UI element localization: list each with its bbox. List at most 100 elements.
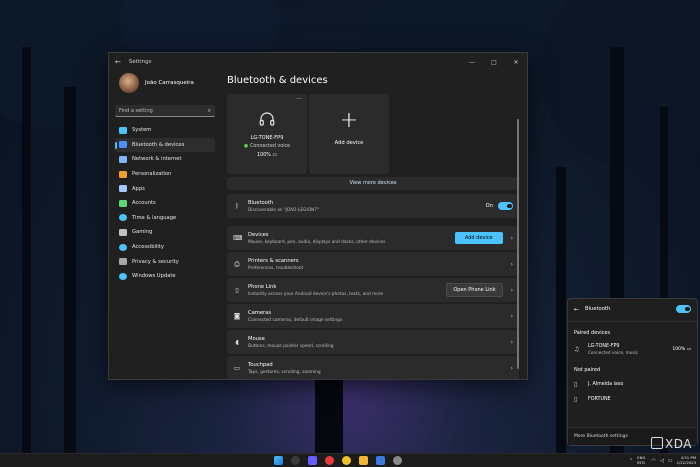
close-button[interactable]: ✕	[505, 59, 527, 66]
cameras-row-title: Cameras	[248, 309, 272, 316]
sidebar-item-accessibility[interactable]: Accessibility	[115, 240, 215, 255]
sidebar-item-label: System	[132, 127, 152, 134]
bluetooth-toggle[interactable]	[498, 202, 513, 210]
accounts-icon	[119, 199, 127, 207]
main-content: Bluetooth & devices ··· LG-TONE-FP9 ● Con…	[227, 71, 521, 379]
bluetooth-row-subtitle: Discoverable as "JOAO-LEGION7"	[248, 207, 319, 213]
paired-device-item[interactable]: ♫ LG-TONE-FP9 Connected voice, music 100…	[568, 340, 697, 359]
search-input[interactable]: Find a setting ⌕	[115, 105, 215, 117]
minimize-button[interactable]: —	[461, 59, 483, 66]
sidebar-item-bluetooth[interactable]: Bluetooth & devices	[115, 137, 215, 153]
clock-date: 2/22/2023	[676, 459, 696, 465]
chevron-right-icon: ›	[510, 234, 513, 242]
start-icon[interactable]	[274, 456, 283, 465]
sidebar: João Carrasqueira Find a setting ⌕ Syste…	[109, 71, 221, 379]
widgets-icon[interactable]	[308, 456, 317, 465]
store-icon[interactable]	[376, 456, 385, 465]
search-icon[interactable]	[291, 456, 300, 465]
volume-icon[interactable]: ◁	[660, 458, 664, 464]
paired-device-name: LG-TONE-FP9	[588, 344, 620, 349]
xda-watermark: XDA	[651, 437, 692, 451]
search-icon: ⌕	[207, 106, 211, 114]
back-arrow-icon[interactable]: ←	[115, 58, 121, 66]
printers-row[interactable]: ⎙ Printers & scanners Preferences, troub…	[227, 252, 519, 276]
settings-window: ← Settings — □ ✕ João Carrasqueira Find …	[108, 52, 528, 380]
sidebar-item-accounts[interactable]: Accounts	[115, 196, 215, 211]
bluetooth-toggle-label: On	[485, 203, 493, 209]
language-indicator[interactable]: ENG INTL	[637, 455, 645, 465]
more-options-icon[interactable]: ···	[296, 96, 302, 103]
unpaired-device-item[interactable]: ▯ FORTUNE	[568, 392, 697, 407]
touchpad-icon: ▭	[233, 364, 241, 372]
battery-value: 100%	[672, 347, 686, 352]
sidebar-item-label: Bluetooth & devices	[132, 141, 185, 148]
taskbar: ⌃ ENG INTL ◠ ◁ ▭ 4:51 PM 2/22/2023	[0, 453, 700, 467]
device-status-text: Connected voice	[250, 144, 291, 149]
shield-icon	[119, 258, 127, 266]
unpaired-device-item[interactable]: ▯ J. Almeida laso	[568, 377, 697, 392]
view-more-devices-button[interactable]: View more devices	[227, 177, 519, 190]
bluetooth-row[interactable]: ᛒ Bluetooth Discoverable as "JOAO-LEGION…	[227, 194, 519, 218]
sidebar-item-network[interactable]: Network & internet	[115, 152, 215, 167]
settings-icon[interactable]	[393, 456, 402, 465]
paired-device-status: Connected voice, music	[588, 350, 639, 355]
bluetooth-flyout: ← Bluetooth Paired devices ♫ LG-TONE-FP9…	[567, 298, 698, 446]
headphones-icon	[259, 112, 275, 126]
flyout-header: ← Bluetooth	[568, 299, 697, 319]
user-profile[interactable]: João Carrasqueira	[119, 73, 215, 93]
apps-icon	[119, 185, 127, 193]
wifi-icon[interactable]: ◠	[652, 458, 656, 464]
system-tray: ⌃ ENG INTL ◠ ◁ ▭ 4:51 PM 2/22/2023	[629, 455, 696, 465]
file-explorer-icon[interactable]	[359, 456, 368, 465]
bluetooth-row-title: Bluetooth	[248, 199, 274, 206]
touchpad-row[interactable]: ▭ Touchpad Taps, gestures, scrolling, zo…	[227, 356, 519, 379]
connected-dot-icon: ●	[243, 144, 249, 149]
phone-link-row[interactable]: ▯ Phone Link Instantly access your Andro…	[227, 278, 519, 302]
user-name: João Carrasqueira	[145, 80, 194, 86]
update-icon	[119, 272, 127, 280]
back-arrow-icon[interactable]: ←	[574, 306, 579, 313]
sidebar-item-windows-update[interactable]: Windows Update	[115, 269, 215, 284]
device-card[interactable]: ··· LG-TONE-FP9 ● Connected voice 100% ▭	[227, 94, 307, 174]
sidebar-item-label: Network & internet	[132, 156, 182, 163]
device-battery: 100% ▭	[257, 153, 277, 158]
chevron-right-icon: ›	[510, 286, 513, 294]
brush-icon	[119, 170, 127, 178]
chevron-up-icon[interactable]: ⌃	[629, 458, 633, 464]
mouse-row-subtitle: Buttons, mouse pointer speed, scrolling	[248, 343, 334, 349]
printer-icon: ⎙	[234, 259, 240, 268]
cameras-row-subtitle: Connected cameras, default image setting…	[248, 317, 343, 323]
sidebar-item-label: Accounts	[132, 200, 156, 207]
sidebar-item-gaming[interactable]: Gaming	[115, 225, 215, 240]
title-bar: ← Settings — □ ✕	[109, 53, 527, 71]
battery-icon[interactable]: ▭	[668, 458, 673, 464]
scrollbar[interactable]	[517, 119, 519, 369]
cameras-row[interactable]: ◙ Cameras Connected cameras, default ima…	[227, 304, 519, 328]
flyout-bluetooth-toggle[interactable]	[676, 305, 691, 313]
phone-link-row-title: Phone Link	[248, 283, 277, 290]
device-status: ● Connected voice	[244, 144, 290, 149]
battery-icon: ▭	[686, 347, 691, 352]
sidebar-item-time-language[interactable]: Time & language	[115, 211, 215, 226]
sidebar-item-system[interactable]: System	[115, 123, 215, 138]
devices-row[interactable]: ⌨ Devices Mouse, keyboard, pen, audio, d…	[227, 226, 519, 250]
maximize-button[interactable]: □	[483, 59, 505, 66]
mouse-row[interactable]: ◖ Mouse Buttons, mouse pointer speed, sc…	[227, 330, 519, 354]
sidebar-item-personalization[interactable]: Personalization	[115, 167, 215, 182]
bluetooth-icon	[119, 141, 127, 149]
sidebar-item-apps[interactable]: Apps	[115, 181, 215, 196]
avatar	[119, 73, 139, 93]
devices-row-title: Devices	[248, 231, 269, 238]
sidebar-item-privacy[interactable]: Privacy & security	[115, 254, 215, 269]
unpaired-device-name: FORTUNE	[588, 397, 611, 402]
open-phone-link-button[interactable]: Open Phone Link	[446, 283, 503, 297]
taskbar-apps	[274, 456, 410, 465]
plus-icon: +	[339, 108, 359, 133]
clock[interactable]: 4:51 PM 2/22/2023	[676, 455, 696, 465]
not-paired-heading: Not paired	[574, 367, 601, 373]
sidebar-item-label: Personalization	[132, 171, 172, 178]
add-device-button[interactable]: Add device	[454, 232, 503, 244]
vivaldi-icon[interactable]	[325, 456, 334, 465]
browser-icon[interactable]	[342, 456, 351, 465]
add-device-card[interactable]: + Add device	[309, 94, 389, 174]
